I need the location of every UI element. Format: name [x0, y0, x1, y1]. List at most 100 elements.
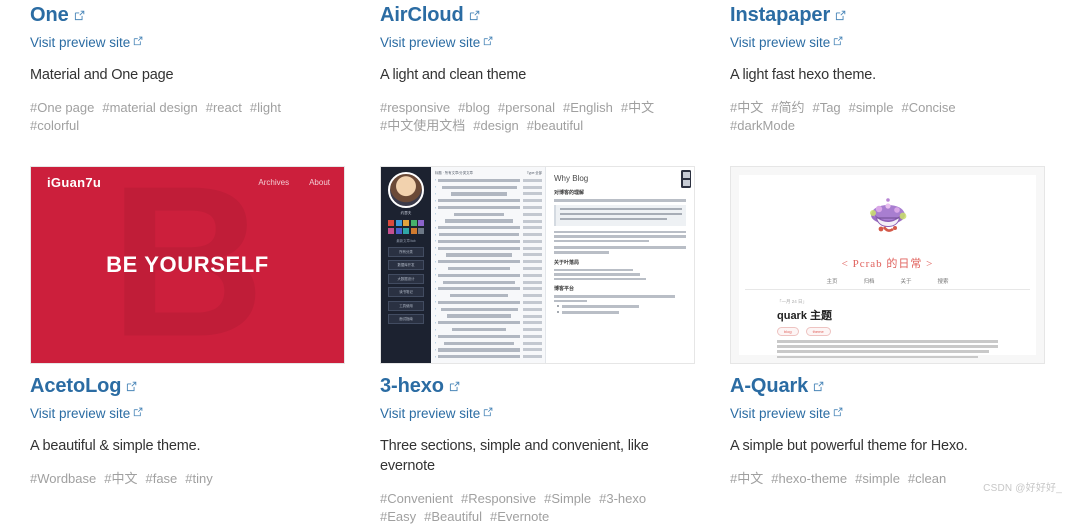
- preview-site-link-instapaper[interactable]: Visit preview site: [730, 33, 1026, 53]
- theme-tag-list: #Wordbase #中文 #fase #tiny: [30, 470, 326, 488]
- theme-tag[interactable]: #English: [563, 99, 613, 117]
- three-hexo-sidebar: 约瑟夫 最新文章/tab 所有分类 数据库开发 大数据设计 读书笔记 工具使用 …: [381, 167, 431, 363]
- three-hexo-floating-toolbar[interactable]: [681, 170, 691, 188]
- a-quark-layout: < Pcrab 的日常 > 主页 归档 关于 搜索 「一月 24 日」 quar…: [731, 167, 1044, 363]
- theme-tag[interactable]: #Concise: [901, 99, 955, 117]
- theme-tag[interactable]: #design: [473, 117, 519, 135]
- preview-site-link-a-quark[interactable]: Visit preview site: [730, 404, 1026, 424]
- theme-tag[interactable]: #colorful: [30, 117, 79, 135]
- theme-tag[interactable]: #Easy: [380, 508, 416, 526]
- theme-tag[interactable]: #darkMode: [730, 117, 795, 135]
- a-quark-site-title: < Pcrab 的日常 >: [841, 258, 934, 270]
- a-quark-post-badges: blog theme: [777, 327, 998, 336]
- list-item-date: [522, 355, 542, 359]
- text-line: [554, 295, 676, 298]
- external-link-icon: [74, 10, 85, 21]
- theme-tag[interactable]: #3-hexo: [599, 490, 646, 508]
- theme-title-link-a-quark[interactable]: A-Quark: [730, 371, 1026, 399]
- theme-preview-acetolog[interactable]: B iGuan7u Archives About BE YOURSELF: [30, 166, 345, 364]
- theme-tag[interactable]: #hexo-theme: [771, 470, 847, 488]
- theme-tag[interactable]: #Tag: [812, 99, 840, 117]
- theme-tag-list: #中文 #简约 #Tag #simple #Concise #darkMode: [730, 99, 1026, 135]
- theme-tag[interactable]: #personal: [498, 99, 555, 117]
- list-item-title: [438, 287, 520, 291]
- list-item-date: [523, 226, 542, 230]
- theme-tag[interactable]: #中文: [730, 470, 763, 488]
- theme-tag[interactable]: #Beautiful: [424, 508, 482, 526]
- three-hexo-list-item: ›: [435, 252, 542, 259]
- list-item-date: [523, 199, 542, 203]
- toolbar-block: [682, 179, 690, 186]
- three-hexo-list-item: ›: [435, 191, 542, 198]
- theme-tag[interactable]: #Simple: [544, 490, 591, 508]
- theme-tag[interactable]: #中文使用文档: [380, 117, 465, 135]
- list-item-title: [443, 341, 515, 345]
- theme-tag[interactable]: #beautiful: [527, 117, 583, 135]
- three-hexo-list-item: ›: [435, 238, 542, 245]
- text-line: [554, 199, 686, 202]
- theme-description: Material and One page: [30, 67, 174, 83]
- chevron-right-icon: ›: [435, 178, 437, 183]
- text-line: [554, 239, 650, 243]
- theme-description: A beautiful & simple theme.: [30, 438, 201, 454]
- list-item-title: [452, 327, 506, 332]
- avatar: [388, 172, 424, 208]
- theme-tag[interactable]: #light: [250, 99, 281, 117]
- three-hexo-list-item: ›: [435, 245, 542, 252]
- theme-tag[interactable]: #clean: [908, 470, 946, 488]
- theme-tag[interactable]: #One page: [30, 99, 94, 117]
- theme-tag[interactable]: #Responsive: [461, 490, 536, 508]
- theme-tag[interactable]: #Evernote: [490, 508, 549, 526]
- theme-tag[interactable]: #中文: [104, 470, 137, 488]
- theme-title-link-instapaper[interactable]: Instapaper: [730, 0, 1026, 28]
- theme-tag[interactable]: #simple: [855, 470, 900, 488]
- theme-title-link-one[interactable]: One: [30, 0, 326, 28]
- theme-tag[interactable]: #simple: [849, 99, 894, 117]
- acetolog-nav-item: Archives: [258, 178, 290, 187]
- preview-site-link-one[interactable]: Visit preview site: [30, 33, 326, 53]
- theme-tag[interactable]: #Wordbase: [30, 470, 96, 488]
- a-quark-post-date: 「一月 24 日」: [777, 299, 808, 304]
- acetolog-hero: B iGuan7u Archives About BE YOURSELF: [31, 167, 344, 363]
- theme-tag[interactable]: #responsive: [380, 99, 450, 117]
- social-icon: [410, 227, 417, 234]
- list-item-title: [448, 266, 511, 271]
- theme-tag[interactable]: #fase: [145, 470, 177, 488]
- list-item-date: [523, 287, 542, 291]
- three-hexo-social-icons: [388, 220, 424, 234]
- three-hexo-list-item: ›: [435, 265, 542, 272]
- theme-preview-3-hexo[interactable]: 约瑟夫 最新文章/tab 所有分类 数据库开发 大数据设计 读书笔记 工具使用 …: [380, 166, 695, 364]
- theme-tag[interactable]: #中文: [621, 99, 654, 117]
- text-line: [560, 212, 682, 216]
- theme-tag[interactable]: #react: [206, 99, 242, 117]
- external-link-icon: [483, 36, 494, 47]
- theme-tag[interactable]: #tiny: [185, 470, 212, 488]
- theme-preview-a-quark[interactable]: < Pcrab 的日常 > 主页 归档 关于 搜索 「一月 24 日」 quar…: [730, 166, 1045, 364]
- list-item-title: [441, 185, 517, 189]
- theme-title-link-3-hexo[interactable]: 3-hexo: [380, 371, 676, 399]
- three-hexo-list-item: ›: [435, 326, 542, 333]
- theme-tag[interactable]: #blog: [458, 99, 490, 117]
- list-item-title: [438, 205, 520, 210]
- external-link-icon: [469, 10, 480, 21]
- three-hexo-menu-item: 数据库开发: [388, 260, 424, 270]
- three-hexo-list-item: ›: [435, 286, 542, 293]
- theme-description: A simple but powerful theme for Hexo.: [730, 438, 968, 454]
- list-item-title: [438, 246, 520, 250]
- preview-site-link-3-hexo[interactable]: Visit preview site: [380, 404, 676, 424]
- preview-site-link-aircloud[interactable]: Visit preview site: [380, 33, 676, 53]
- theme-tag[interactable]: #material design: [102, 99, 197, 117]
- theme-title-link-aircloud[interactable]: AirCloud: [380, 0, 676, 28]
- three-hexo-article-list: 标题 · 所有文章/分类文章 Type:全部 › › › › › › › › › › › › › › › › ›…: [431, 167, 546, 363]
- list-item-date: [523, 348, 542, 352]
- three-hexo-list-item: ›: [435, 177, 542, 184]
- theme-tag[interactable]: #简约: [771, 99, 804, 117]
- social-icon: [418, 220, 424, 226]
- text-line: [777, 350, 990, 353]
- theme-tag[interactable]: #中文: [730, 99, 763, 117]
- three-hexo-list-item: ›: [435, 299, 542, 306]
- theme-tag[interactable]: #Convenient: [380, 490, 453, 508]
- theme-title-link-acetolog[interactable]: AcetoLog: [30, 371, 326, 399]
- preview-site-link-acetolog[interactable]: Visit preview site: [30, 404, 326, 424]
- three-hexo-list-item: ›: [435, 340, 542, 347]
